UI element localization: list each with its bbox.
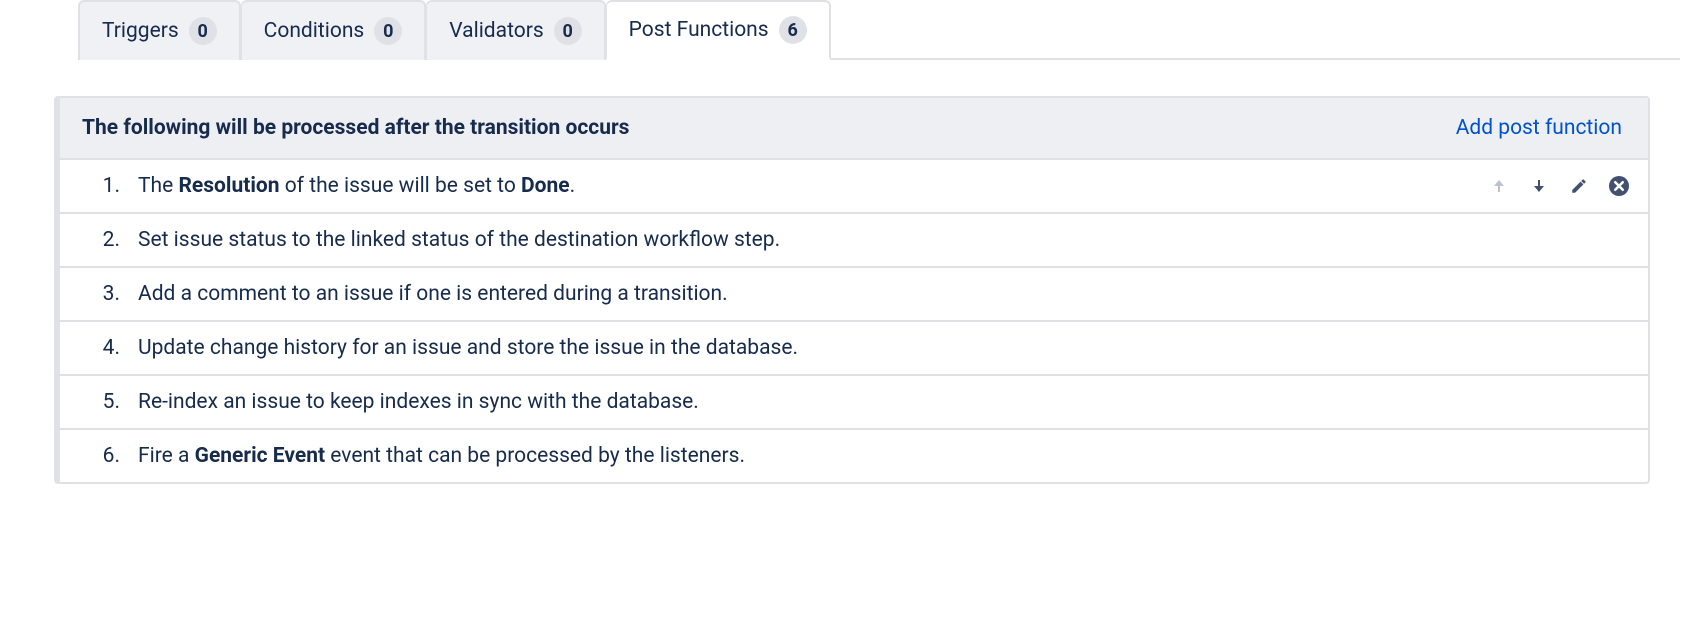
tab-triggers[interactable]: Triggers 0 [78,0,241,60]
post-function-row: 4. Update change history for an issue and… [60,322,1648,376]
tab-label: Conditions [264,19,365,43]
row-text: Re-index an issue to keep indexes in syn… [138,390,1630,414]
row-number: 2. [86,228,120,252]
row-number: 4. [86,336,120,360]
delete-icon[interactable] [1608,175,1630,197]
tab-label: Validators [449,19,543,43]
tab-validators[interactable]: Validators 0 [426,0,605,60]
post-function-row: 6. Fire a Generic Event event that can be… [60,430,1648,482]
tab-count-badge: 0 [189,17,217,45]
post-function-row: 5. Re-index an issue to keep indexes in s… [60,376,1648,430]
post-functions-list: 1. The Resolution of the issue will be se… [60,160,1648,482]
arrow-up-icon [1488,175,1510,197]
row-number: 5. [86,390,120,414]
row-text: Set issue status to the linked status of… [138,228,1630,252]
tab-count-badge: 6 [779,16,807,44]
panel-header: The following will be processed after th… [60,98,1648,160]
edit-icon[interactable] [1568,175,1590,197]
row-text: The Resolution of the issue will be set … [138,174,1488,198]
row-number: 6. [86,444,120,468]
add-post-function-link[interactable]: Add post function [1456,116,1622,140]
tab-conditions[interactable]: Conditions 0 [241,0,427,60]
tab-post-functions[interactable]: Post Functions 6 [606,0,831,60]
tabs: Triggers 0 Conditions 0 Validators 0 Post Func… [78,0,1680,60]
tab-count-badge: 0 [554,17,582,45]
post-function-row: 1. The Resolution of the issue will be se… [60,160,1648,214]
post-function-row: 2. Set issue status to the linked status … [60,214,1648,268]
row-text: Update change history for an issue and s… [138,336,1630,360]
tab-label: Post Functions [629,18,769,42]
panel-title: The following will be processed after th… [82,116,629,140]
arrow-down-icon[interactable] [1528,175,1550,197]
tab-label: Triggers [102,19,179,43]
row-number: 1. [86,174,120,198]
tab-count-badge: 0 [374,17,402,45]
row-text: Fire a Generic Event event that can be p… [138,444,1630,468]
post-functions-panel: The following will be processed after th… [54,96,1650,484]
row-actions [1488,175,1630,197]
post-function-row: 3. Add a comment to an issue if one is en… [60,268,1648,322]
row-text: Add a comment to an issue if one is ente… [138,282,1630,306]
row-number: 3. [86,282,120,306]
